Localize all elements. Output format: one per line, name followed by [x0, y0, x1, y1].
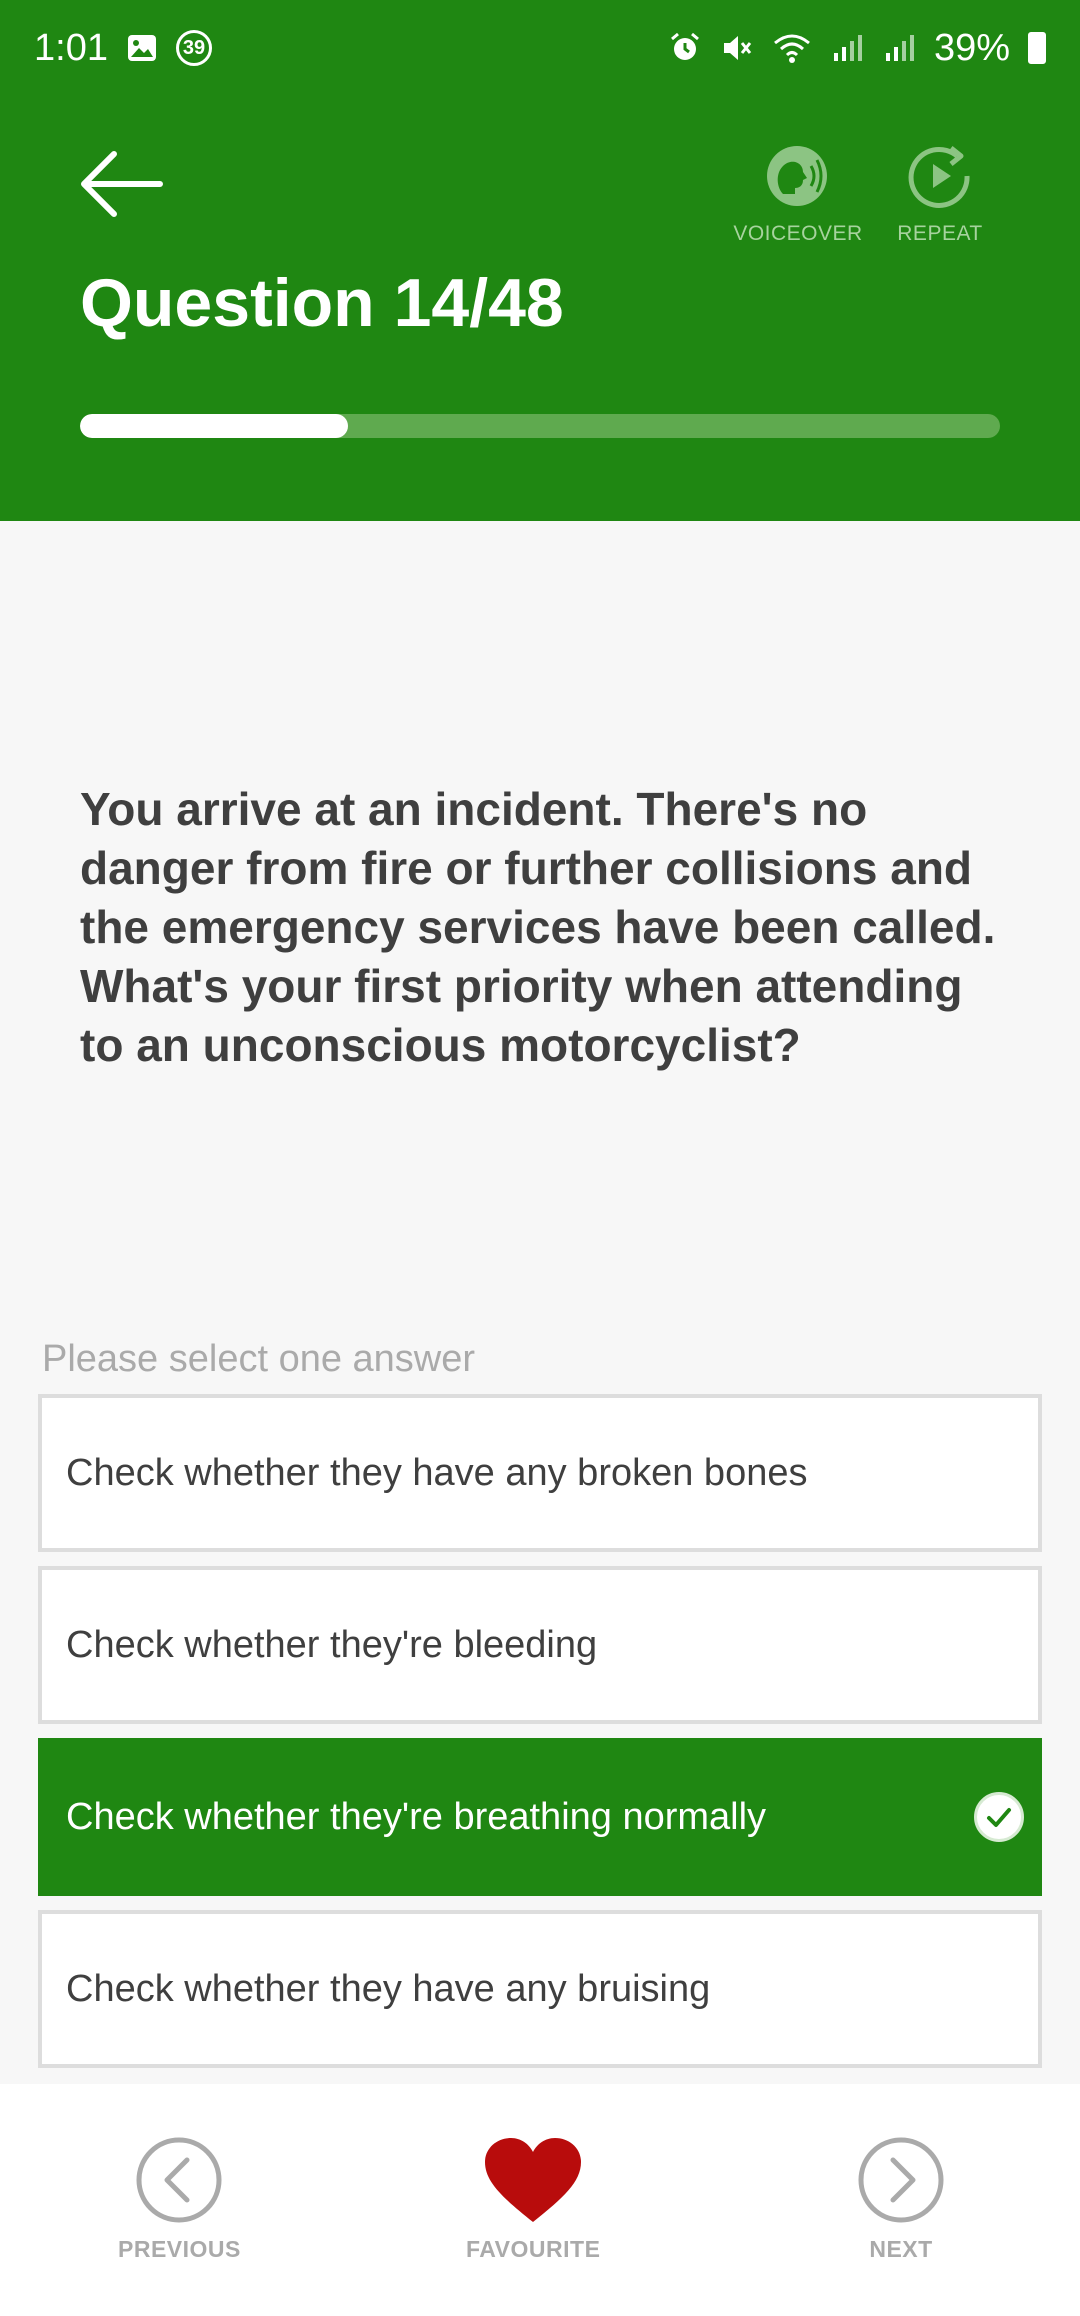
question-text: You arrive at an incident. There's no da…: [80, 783, 996, 1071]
answer-list: Check whether they have any broken bones…: [38, 1394, 1042, 2082]
status-right: 39%: [668, 27, 1046, 70]
wifi-icon: [772, 31, 812, 65]
notification-count-badge: 39: [175, 30, 212, 66]
next-button[interactable]: NEXT: [857, 2136, 945, 2263]
voiceover-icon: [767, 146, 827, 206]
favourite-button[interactable]: FAVOURITE: [466, 2136, 600, 2263]
repeat-button[interactable]: REPEAT: [880, 144, 1000, 264]
mute-icon: [720, 31, 754, 65]
quiz-progress-fill: [80, 414, 349, 438]
quiz-header: VOICEOVER REPEAT Question 14/48: [0, 96, 1080, 521]
repeat-label: REPEAT: [897, 222, 983, 245]
heart-icon: [485, 2138, 582, 2222]
answer-option[interactable]: Check whether they have any bruising: [38, 1910, 1042, 2068]
status-left: 1:01 39: [34, 27, 212, 70]
battery-icon: [1028, 32, 1046, 64]
favourite-label: FAVOURITE: [466, 2236, 601, 2262]
back-arrow-icon: [81, 151, 163, 217]
answer-option[interactable]: Check whether they have any broken bones: [38, 1394, 1042, 1552]
chevron-right-icon: [858, 2137, 944, 2223]
next-label: NEXT: [869, 2236, 933, 2262]
answer-prompt: Please select one answer: [42, 1338, 476, 1380]
checkmark-icon: [974, 1792, 1024, 1842]
answer-label: Check whether they're bleeding: [66, 1623, 598, 1666]
previous-button[interactable]: PREVIOUS: [118, 2136, 241, 2263]
answer-label: Check whether they have any broken bones: [66, 1451, 808, 1494]
signal-icon: [830, 31, 864, 65]
previous-label: PREVIOUS: [118, 2236, 241, 2262]
chevron-left-icon: [136, 2137, 222, 2223]
battery-percentage: 39%: [933, 26, 1010, 69]
answer-option-selected[interactable]: Check whether they're breathing normally: [38, 1738, 1042, 1896]
signal-icon: [882, 31, 916, 65]
alarm-icon: [668, 31, 702, 65]
question-title: Question 14/48: [80, 265, 564, 341]
answer-label: Check whether they have any bruising: [66, 1967, 711, 2010]
repeat-icon: [908, 146, 970, 208]
voiceover-label: VOICEOVER: [733, 222, 863, 245]
voiceover-button[interactable]: VOICEOVER: [730, 144, 866, 264]
gallery-icon: [126, 32, 158, 64]
quiz-progress-bar: [80, 414, 1000, 438]
status-bar: 1:01 39 39%: [0, 0, 1080, 96]
status-time: 1:01: [34, 26, 108, 69]
answer-option[interactable]: Check whether they're bleeding: [38, 1566, 1042, 1724]
back-button[interactable]: [76, 144, 166, 224]
bottom-nav: PREVIOUS FAVOURITE NEXT: [0, 2084, 1080, 2316]
answer-label: Check whether they're breathing normally: [66, 1795, 767, 1838]
